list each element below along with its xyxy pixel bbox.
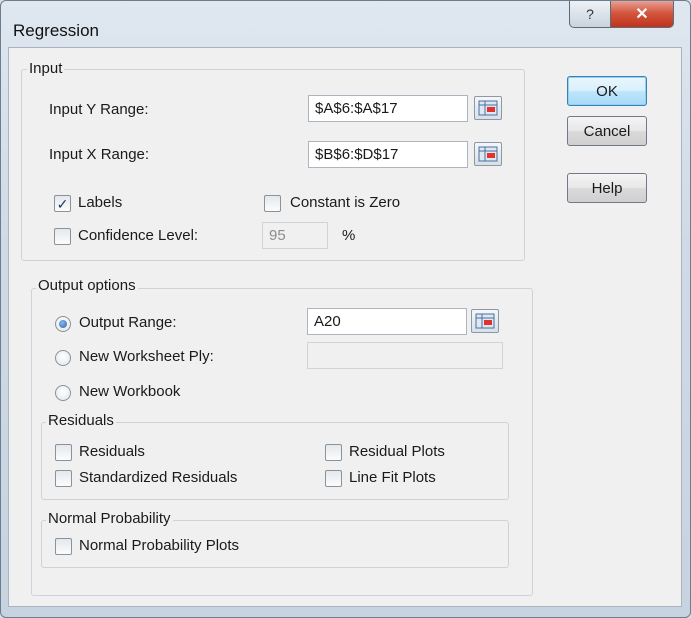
radio-selected-dot: [59, 320, 67, 328]
cancel-button[interactable]: Cancel: [567, 116, 647, 146]
ok-button[interactable]: OK: [567, 76, 647, 106]
residuals-group-title: Residuals: [46, 412, 116, 429]
range-selector-icon: [475, 313, 495, 329]
normal-probability-plots-checkbox[interactable]: [55, 538, 72, 555]
dialog-window: Regression ? ✕ Input Input Y Range: $A$6…: [0, 0, 691, 618]
standardized-residuals-checkbox[interactable]: [55, 470, 72, 487]
input-group-title: Input: [27, 60, 65, 77]
output-options-title: Output options: [36, 277, 138, 294]
dialog-body: Input Input Y Range: $A$6:$A$17 Input X …: [8, 47, 682, 607]
dialog-title: Regression: [13, 21, 99, 40]
input-y-range-label: Input Y Range:: [49, 101, 149, 118]
labels-label[interactable]: Labels: [78, 194, 122, 211]
residuals-label[interactable]: Residuals: [79, 443, 145, 460]
help-caption-button[interactable]: ?: [569, 1, 611, 28]
checkmark-icon: ✓: [56, 195, 69, 212]
residual-plots-checkbox[interactable]: [325, 444, 342, 461]
title-bar[interactable]: Regression ? ✕: [1, 1, 690, 45]
output-range-label[interactable]: Output Range:: [79, 314, 177, 331]
residuals-checkbox[interactable]: [55, 444, 72, 461]
constant-is-zero-label[interactable]: Constant is Zero: [290, 194, 400, 211]
new-worksheet-ply-radio[interactable]: [55, 350, 71, 366]
range-selector-icon: [478, 100, 498, 116]
constant-is-zero-checkbox[interactable]: [264, 195, 281, 212]
residuals-group: [41, 422, 509, 500]
help-button[interactable]: Help: [567, 173, 647, 203]
input-x-range-label: Input X Range:: [49, 146, 150, 163]
labels-checkbox[interactable]: ✓: [54, 195, 71, 212]
percent-label: %: [342, 227, 356, 244]
confidence-level-label[interactable]: Confidence Level:: [78, 227, 198, 244]
line-fit-plots-checkbox[interactable]: [325, 470, 342, 487]
range-selector-icon: [478, 146, 498, 162]
normal-probability-title: Normal Probability: [46, 510, 173, 527]
line-fit-plots-label[interactable]: Line Fit Plots: [349, 469, 436, 486]
standardized-residuals-label[interactable]: Standardized Residuals: [79, 469, 237, 486]
output-range-selector-button[interactable]: [471, 309, 499, 333]
y-range-selector-button[interactable]: [474, 96, 502, 120]
new-workbook-radio[interactable]: [55, 385, 71, 401]
x-range-selector-button[interactable]: [474, 142, 502, 166]
input-x-range-field[interactable]: $B$6:$D$17: [308, 141, 468, 168]
new-worksheet-ply-label[interactable]: New Worksheet Ply:: [79, 348, 214, 365]
confidence-level-field[interactable]: 95: [262, 222, 328, 249]
new-workbook-label[interactable]: New Workbook: [79, 383, 180, 400]
output-range-radio[interactable]: [55, 316, 71, 332]
normal-probability-plots-label[interactable]: Normal Probability Plots: [79, 537, 239, 554]
confidence-level-checkbox[interactable]: [54, 228, 71, 245]
close-button[interactable]: ✕: [610, 1, 674, 28]
input-y-range-field[interactable]: $A$6:$A$17: [308, 95, 468, 122]
output-range-field[interactable]: A20: [307, 308, 467, 335]
residual-plots-label[interactable]: Residual Plots: [349, 443, 445, 460]
new-worksheet-ply-field[interactable]: [307, 342, 503, 369]
